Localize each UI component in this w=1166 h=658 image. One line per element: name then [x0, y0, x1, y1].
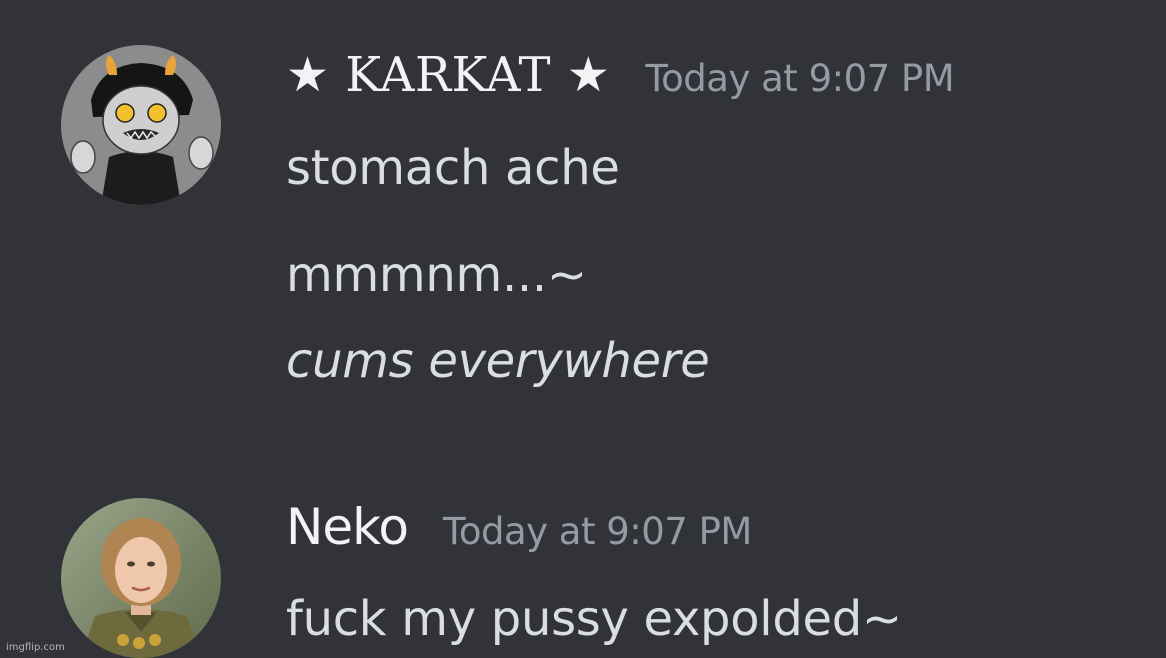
karkat-message-line-3: cums everywhere [286, 333, 710, 389]
karkat-message-header: ★ KARKAT ★ Today at 9:07 PM [286, 47, 955, 103]
neko-avatar[interactable] [61, 498, 221, 658]
karkat-timestamp[interactable]: Today at 9:07 PM [645, 57, 954, 100]
neko-message-header: Neko Today at 9:07 PM [286, 498, 752, 556]
neko-message-line-1: fuck my pussy expolded~ [286, 591, 902, 647]
karkat-avatar-image [61, 45, 221, 205]
karkat-message-line-2: mmmnm...~ [286, 247, 587, 303]
neko-timestamp[interactable]: Today at 9:07 PM [443, 510, 752, 553]
neko-username[interactable]: Neko [286, 498, 409, 556]
karkat-username[interactable]: ★ KARKAT ★ [286, 47, 610, 103]
watermark: imgflip.com [6, 642, 65, 653]
karkat-message-line-1: stomach ache [286, 140, 620, 196]
neko-avatar-image [61, 498, 221, 658]
karkat-avatar[interactable] [61, 45, 221, 205]
